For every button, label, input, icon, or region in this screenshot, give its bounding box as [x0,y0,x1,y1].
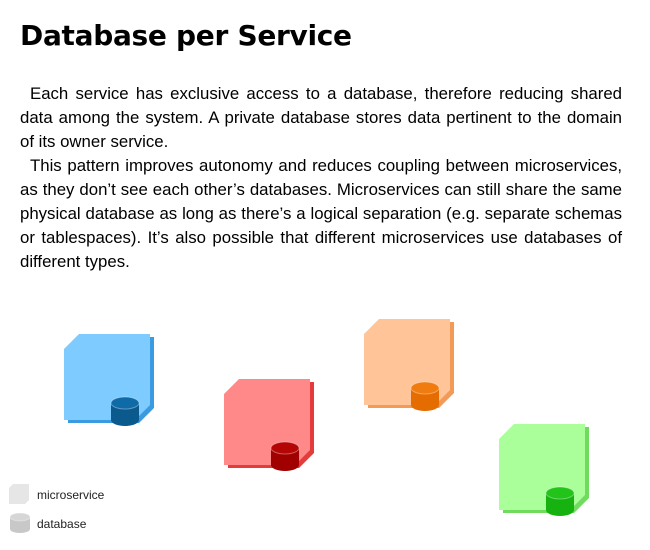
database-cylinder [270,441,300,471]
paragraph-2: This pattern improves autonomy and reduc… [20,156,622,271]
database-cylinder [410,381,440,411]
legend-database-icon [9,512,31,533]
legend-microservice-icon [9,484,29,504]
database-cylinder [110,396,140,426]
service-red [224,379,314,471]
database-cylinder [545,486,575,516]
paragraph-1: Each service has exclusive access to a d… [20,84,622,151]
service-green [499,424,589,516]
service-orange [364,319,454,411]
legend-database-label: database [37,517,87,531]
body-text: Each service has exclusive access to a d… [20,82,622,274]
database-per-service-diagram [9,319,589,533]
legend-microservice-label: microservice [37,488,105,502]
page-title: Database per Service [20,19,352,52]
service-blue [64,334,154,426]
